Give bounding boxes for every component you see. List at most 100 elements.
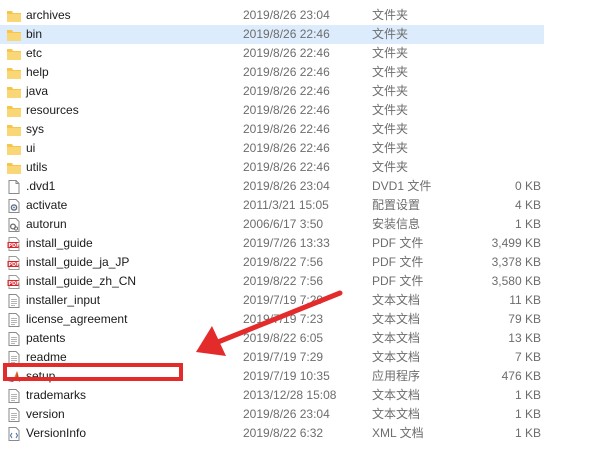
folder-icon <box>7 105 21 117</box>
file-date: 2006/6/17 3:50 <box>243 217 324 231</box>
text-file-icon <box>7 389 21 403</box>
file-type: 文本文档 <box>372 331 421 345</box>
file-row-ui[interactable]: ui 2019/8/26 22:46 文件夹 <box>0 139 600 158</box>
file-name: version <box>26 407 65 421</box>
file-row-license-agreement[interactable]: license_agreement 2019/7/19 7:23 文本文档 79… <box>0 310 600 329</box>
file-type: 文本文档 <box>372 407 421 421</box>
folder-icon <box>7 10 21 22</box>
file-type: DVD1 文件 <box>372 179 432 193</box>
file-row-versioninfo[interactable]: VersionInfo 2019/8/22 6:32 XML 文档 1 KB <box>0 424 600 443</box>
file-type: 应用程序 <box>372 369 421 383</box>
file-date: 2019/8/22 6:05 <box>243 331 324 345</box>
svg-text:PDF: PDF <box>8 243 19 249</box>
file-date: 2019/8/26 23:04 <box>243 8 330 22</box>
folder-icon <box>7 162 21 174</box>
file-row-utils[interactable]: utils 2019/8/26 22:46 文件夹 <box>0 158 600 177</box>
file-date: 2019/8/26 22:46 <box>243 27 330 41</box>
file-type: PDF 文件 <box>372 274 424 288</box>
file-row-version[interactable]: version 2019/8/26 23:04 文本文档 1 KB <box>0 405 600 424</box>
file-type: 文件夹 <box>372 65 409 79</box>
folder-icon <box>7 29 21 41</box>
text-file-icon <box>7 294 21 308</box>
folder-icon <box>7 67 21 79</box>
file-type: 文件夹 <box>372 122 409 136</box>
file-size: 3,580 KB <box>491 274 541 288</box>
file-row-etc[interactable]: etc 2019/8/26 22:46 文件夹 <box>0 44 600 63</box>
folder-icon <box>7 48 21 60</box>
file-date: 2019/8/26 22:46 <box>243 160 330 174</box>
setup-info-icon <box>7 218 21 232</box>
file-row-sys[interactable]: sys 2019/8/26 22:46 文件夹 <box>0 120 600 139</box>
text-file-icon <box>7 332 21 346</box>
file-name: license_agreement <box>26 312 128 326</box>
file-size: 79 KB <box>508 312 541 326</box>
file-row-activate[interactable]: activate 2011/3/21 15:05 配置设置 4 KB <box>0 196 600 215</box>
pdf-icon: PDF <box>7 256 21 270</box>
file-size: 1 KB <box>514 407 541 421</box>
file-date: 2019/8/22 6:32 <box>243 426 324 440</box>
file-date: 2019/8/26 22:46 <box>243 103 330 117</box>
file-type: 文件夹 <box>372 8 409 22</box>
file-date: 2019/7/19 7:29 <box>243 293 324 307</box>
file-type: 文本文档 <box>372 312 421 326</box>
file-type: 文本文档 <box>372 293 421 307</box>
file-row-installer-input[interactable]: installer_input 2019/7/19 7:29 文本文档 11 K… <box>0 291 600 310</box>
file-name: .dvd1 <box>26 179 56 193</box>
file-row-resources[interactable]: resources 2019/8/26 22:46 文件夹 <box>0 101 600 120</box>
file-row-install-guide[interactable]: PDF install_guide 2019/7/26 13:33 PDF 文件… <box>0 234 600 253</box>
file-row-archives[interactable]: archives 2019/8/26 23:04 文件夹 <box>0 6 600 25</box>
pdf-icon: PDF <box>7 237 21 251</box>
file-name: utils <box>26 160 48 174</box>
file-size: 1 KB <box>514 217 541 231</box>
file-type: PDF 文件 <box>372 236 424 250</box>
file-size: 13 KB <box>508 331 541 345</box>
text-file-icon <box>7 408 21 422</box>
file-name: resources <box>26 103 79 117</box>
file-date: 2019/8/26 22:46 <box>243 46 330 60</box>
file-size: 476 KB <box>501 369 541 383</box>
file-size: 1 KB <box>514 388 541 402</box>
file-name: trademarks <box>26 388 87 402</box>
file-size: 4 KB <box>514 198 541 212</box>
file-name: install_guide_zh_CN <box>26 274 137 288</box>
file-date: 2019/8/26 22:46 <box>243 84 330 98</box>
file-row-trademarks[interactable]: trademarks 2013/12/28 15:08 文本文档 1 KB <box>0 386 600 405</box>
file-size: 3,378 KB <box>491 255 541 269</box>
file-date: 2013/12/28 15:08 <box>243 388 337 402</box>
text-file-icon <box>7 313 21 327</box>
file-name: activate <box>26 198 68 212</box>
file-date: 2011/3/21 15:05 <box>243 198 329 212</box>
file-name: etc <box>26 46 43 60</box>
folder-icon <box>7 86 21 98</box>
file-size: 0 KB <box>514 179 541 193</box>
file-row-java[interactable]: java 2019/8/26 22:46 文件夹 <box>0 82 600 101</box>
file-name: install_guide <box>26 236 93 250</box>
file-type: 安装信息 <box>372 217 421 231</box>
file-row-help[interactable]: help 2019/8/26 22:46 文件夹 <box>0 63 600 82</box>
file-row-install-guide-zh-cn[interactable]: PDF install_guide_zh_CN 2019/8/22 7:56 P… <box>0 272 600 291</box>
pdf-icon: PDF <box>7 275 21 289</box>
file-date: 2019/7/26 13:33 <box>243 236 330 250</box>
file-type: 文件夹 <box>372 160 409 174</box>
xml-file-icon <box>7 427 21 441</box>
file-type: 文本文档 <box>372 350 421 364</box>
file-name: install_guide_ja_JP <box>26 255 130 269</box>
config-file-icon <box>7 199 21 213</box>
file-icon <box>7 180 21 194</box>
file-row-autorun[interactable]: autorun 2006/6/17 3:50 安装信息 1 KB <box>0 215 600 234</box>
file-size: 11 KB <box>509 293 541 307</box>
file-name: help <box>26 65 49 79</box>
file-row-dvd1[interactable]: .dvd1 2019/8/26 23:04 DVD1 文件 0 KB <box>0 177 600 196</box>
file-date: 2019/7/19 10:35 <box>243 369 330 383</box>
file-row-patents[interactable]: patents 2019/8/22 6:05 文本文档 13 KB <box>0 329 600 348</box>
file-date: 2019/8/26 22:46 <box>243 65 330 79</box>
file-date: 2019/8/22 7:56 <box>243 255 324 269</box>
file-type: 文件夹 <box>372 27 409 41</box>
file-row-bin[interactable]: bin 2019/8/26 22:46 文件夹 <box>0 25 544 44</box>
file-date: 2019/8/26 22:46 <box>243 122 330 136</box>
file-row-install-guide-ja-jp[interactable]: PDF install_guide_ja_JP 2019/8/22 7:56 P… <box>0 253 600 272</box>
file-type: 文件夹 <box>372 46 409 60</box>
file-name: java <box>26 84 49 98</box>
svg-text:PDF: PDF <box>8 262 19 268</box>
file-date: 2019/8/26 23:04 <box>243 407 330 421</box>
